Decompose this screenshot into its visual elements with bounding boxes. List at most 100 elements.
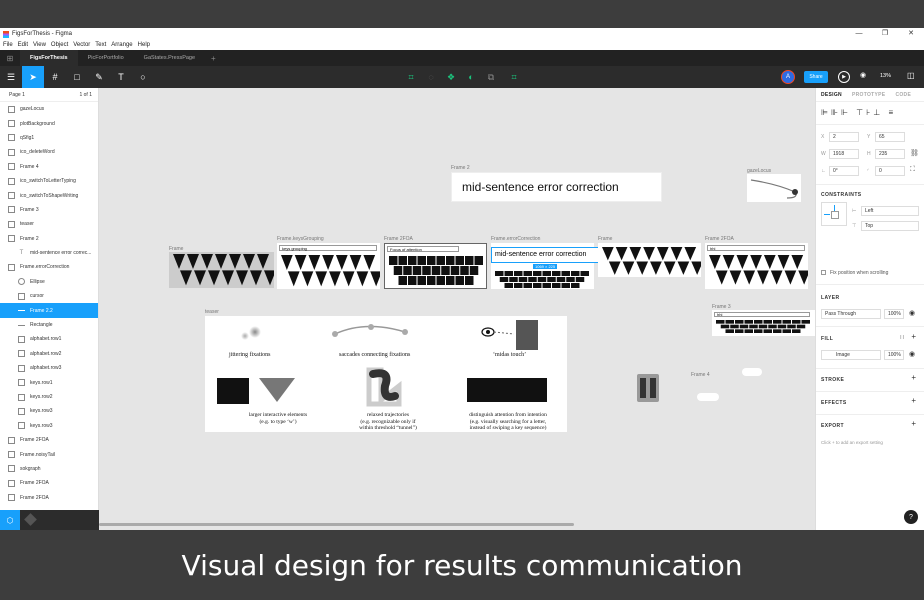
- toggle-icon-b[interactable]: [697, 393, 719, 401]
- present-play-icon[interactable]: ▶: [838, 71, 850, 83]
- rotation-field[interactable]: 0°: [829, 166, 859, 176]
- horizontal-scrollbar[interactable]: [99, 523, 574, 526]
- layer-row[interactable]: ico_deleteWord: [0, 145, 98, 159]
- independent-corners-icon[interactable]: ⛶: [910, 166, 915, 174]
- layer-row[interactable]: alphabet.row3: [0, 361, 98, 375]
- minimize-button[interactable]: —: [846, 28, 872, 40]
- add-export-plus-icon[interactable]: +: [911, 419, 916, 428]
- tab-prototype[interactable]: PROTOTYPE: [847, 92, 890, 98]
- fill-styles-icon[interactable]: ∷: [900, 334, 904, 341]
- menu-file[interactable]: File: [3, 42, 13, 48]
- teaser-frame[interactable]: jittering fixations saccades connecting …: [205, 316, 567, 432]
- menu-help[interactable]: Help: [138, 42, 150, 48]
- blend-mode-select[interactable]: Pass Through: [821, 309, 881, 319]
- keyboard-frame-5[interactable]: [598, 243, 701, 277]
- layer-row[interactable]: sokgraph: [0, 462, 98, 476]
- component-icon[interactable]: ❖: [441, 66, 461, 88]
- text-tool-icon[interactable]: T: [110, 66, 132, 88]
- constrain-proportions-icon[interactable]: ⛓: [910, 149, 919, 157]
- layer-row[interactable]: Frame 2FOA: [0, 491, 98, 505]
- layer-row[interactable]: gazeLocus: [0, 102, 98, 116]
- layer-row[interactable]: keys.row1: [0, 375, 98, 389]
- component-frame-icon[interactable]: ⌗: [401, 66, 421, 88]
- y-field[interactable]: 65: [875, 132, 905, 142]
- tab-gastates[interactable]: GaStates.PressPage: [134, 50, 205, 66]
- layer-row[interactable]: keys.row3: [0, 404, 98, 418]
- frame3-input[interactable]: hhi: [714, 312, 810, 317]
- add-effect-plus-icon[interactable]: +: [911, 396, 916, 405]
- zoom-level[interactable]: 13%: [880, 73, 891, 79]
- layer-row[interactable]: teaser: [0, 217, 98, 231]
- layer-row[interactable]: Frame 4: [0, 160, 98, 174]
- x-field[interactable]: 2: [829, 132, 859, 142]
- error-correction-text-selected[interactable]: mid-sentence error correction: [491, 247, 607, 263]
- layer-visibility-eye-icon[interactable]: ◉: [909, 309, 915, 317]
- main-menu-icon[interactable]: ☰: [0, 66, 22, 88]
- crop-icon[interactable]: ⌗: [504, 66, 524, 88]
- layer-row[interactable]: Ellipse: [0, 275, 98, 289]
- layer-row[interactable]: Frame.noisyTail: [0, 447, 98, 461]
- layer-row[interactable]: alphabet.row1: [0, 332, 98, 346]
- menu-arrange[interactable]: Arrange: [111, 42, 132, 48]
- radius-field[interactable]: 0: [875, 166, 905, 176]
- add-stroke-plus-icon[interactable]: +: [911, 373, 916, 382]
- layer-row[interactable]: cursor: [0, 289, 98, 303]
- canvas[interactable]: Frame 2 mid-sentence error correction ga…: [99, 88, 815, 530]
- tab-design[interactable]: DESIGN: [816, 92, 847, 98]
- menu-view[interactable]: View: [33, 42, 46, 48]
- mask-icon[interactable]: ◐: [461, 66, 481, 88]
- user-avatar[interactable]: A: [781, 70, 795, 84]
- keyboard-frame-2foa[interactable]: Focus of attention: [384, 243, 487, 289]
- layer-opacity-field[interactable]: 100%: [884, 309, 904, 319]
- view-eye-icon[interactable]: ◉: [860, 71, 866, 79]
- component-disabled-icon[interactable]: ◌: [421, 66, 441, 88]
- frame2-label[interactable]: Frame 2: [451, 165, 470, 171]
- tab-picforportfolio[interactable]: PicForPortfolio: [78, 50, 134, 66]
- row-label-frame-b[interactable]: Frame: [598, 236, 612, 242]
- height-field[interactable]: 235: [875, 149, 905, 159]
- layer-row[interactable]: qSfig1: [0, 131, 98, 145]
- help-question-icon[interactable]: ?: [904, 510, 918, 524]
- fix-position-checkbox[interactable]: [821, 270, 826, 275]
- layer-row[interactable]: Tmid-sentence error correc...: [0, 246, 98, 260]
- assets-diamond-icon[interactable]: [24, 513, 37, 526]
- hh-input[interactable]: hhi: [707, 245, 805, 251]
- keyboard-frame-1[interactable]: [169, 252, 276, 288]
- frame2[interactable]: mid-sentence error correction: [451, 172, 662, 202]
- frame4-label[interactable]: Frame 4: [691, 372, 710, 378]
- layer-row[interactable]: keys.row2: [0, 390, 98, 404]
- keyboard-frame-keysgrouping[interactable]: keys grouping: [277, 243, 380, 289]
- layer-row[interactable]: keys.row3: [0, 419, 98, 433]
- tab-figsforthesis[interactable]: FigsForThesis: [20, 50, 78, 66]
- focus-input[interactable]: Focus of attention: [387, 246, 459, 252]
- layer-row[interactable]: ico_switchToShapeWriting: [0, 188, 98, 202]
- keyboard-frame-errorcorrection[interactable]: mid-sentence error correction 1069 × 225: [491, 243, 607, 289]
- new-tab-plus-icon[interactable]: +: [205, 54, 222, 63]
- boolean-icon[interactable]: ⧉: [481, 66, 501, 88]
- share-button[interactable]: Share: [804, 71, 828, 83]
- vertical-constraint-select[interactable]: Top: [861, 221, 919, 231]
- layer-row[interactable]: Frame 2FOA: [0, 476, 98, 490]
- layer-row[interactable]: Frame 2FOA: [0, 433, 98, 447]
- layer-row[interactable]: Rectangle: [0, 318, 98, 332]
- width-field[interactable]: 1918: [829, 149, 859, 159]
- menu-text[interactable]: Text: [95, 42, 106, 48]
- toggle-icon-a[interactable]: [742, 368, 762, 376]
- constraints-widget[interactable]: [821, 202, 847, 226]
- current-page[interactable]: Page 1: [9, 92, 25, 98]
- shape-tool-icon[interactable]: □: [66, 66, 88, 88]
- move-tool-icon[interactable]: ➤: [22, 66, 44, 88]
- row-label-2foa-b[interactable]: Frame 2FOA: [705, 236, 734, 242]
- keyboard-frame-6[interactable]: hhi: [705, 243, 808, 289]
- frame3[interactable]: hhi: [712, 310, 815, 336]
- fill-visibility-eye-icon[interactable]: ◉: [909, 350, 915, 358]
- horizontal-constraint-select[interactable]: Left: [861, 206, 919, 216]
- frame-tool-icon[interactable]: #: [44, 66, 66, 88]
- layer-row[interactable]: Frame 3: [0, 203, 98, 217]
- align-icons[interactable]: ⊫⊪⊩ ⊤⊦⊥ ≡: [821, 108, 896, 117]
- layer-row[interactable]: Frame.errorCorrection: [0, 260, 98, 274]
- teaser-label[interactable]: teaser: [205, 309, 219, 315]
- add-fill-plus-icon[interactable]: +: [911, 332, 916, 341]
- row-label-keysgrouping[interactable]: Frame.keysGrouping: [277, 236, 324, 242]
- fill-opacity-field[interactable]: 100%: [884, 350, 904, 360]
